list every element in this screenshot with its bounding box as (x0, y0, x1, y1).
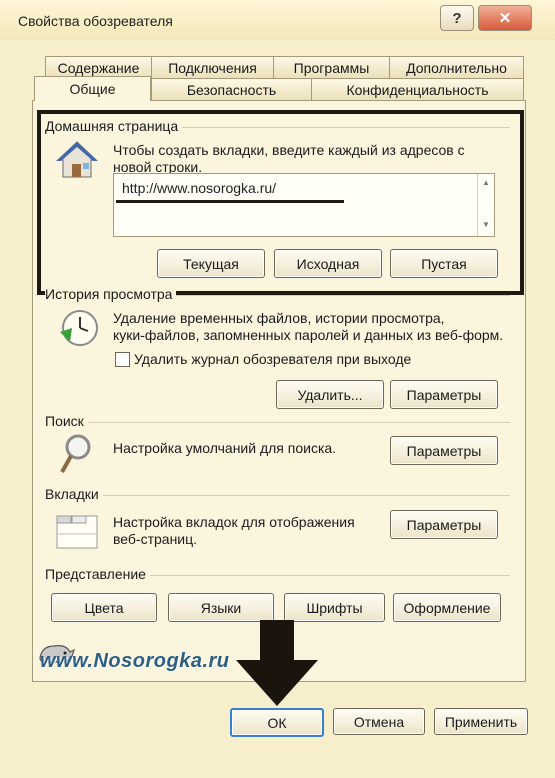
search-settings-button[interactable]: Параметры (390, 436, 498, 465)
search-group-label: Поиск (45, 413, 88, 429)
delete-on-exit-label: Удалить журнал обозревателя при выходе (134, 351, 412, 367)
tabs-group-line (45, 495, 510, 496)
search-group-line (45, 422, 510, 423)
homepage-highlight-frame (37, 110, 524, 295)
accessibility-button[interactable]: Оформление (393, 593, 501, 622)
tab-programs[interactable]: Программы (273, 56, 390, 78)
ok-button[interactable]: ОК (230, 708, 324, 737)
tabs-window-icon (56, 515, 98, 549)
arrow-down-annotation-icon (236, 620, 318, 706)
history-group-label: История просмотра (45, 286, 177, 302)
help-button[interactable]: ? (440, 5, 474, 31)
colors-button[interactable]: Цвета (51, 593, 157, 622)
tab-security[interactable]: Безопасность (151, 78, 312, 100)
tab-connections[interactable]: Подключения (151, 56, 274, 78)
tab-privacy[interactable]: Конфиденциальность (311, 78, 524, 100)
apply-button[interactable]: Применить (434, 708, 528, 735)
appearance-group-label: Представление (45, 566, 150, 582)
history-clock-icon (60, 310, 98, 346)
history-desc-line1: Удаление временных файлов, истории просм… (113, 310, 445, 326)
search-desc: Настройка умолчаний для поиска. (113, 440, 337, 456)
history-settings-button[interactable]: Параметры (390, 380, 498, 409)
tab-general[interactable]: Общие (34, 76, 151, 101)
tabs-desc-line2: веб-страниц. (113, 531, 198, 547)
history-desc-line2: куки-файлов, запомненных паролей и данны… (113, 327, 504, 343)
close-button[interactable]: ✕ (478, 5, 532, 31)
delete-history-button[interactable]: Удалить... (276, 380, 384, 409)
fonts-button[interactable]: Шрифты (284, 593, 385, 622)
title-bar: Свойства обозревателя ? ✕ (0, 0, 555, 40)
search-magnifier-icon (60, 434, 91, 473)
delete-on-exit-checkbox[interactable] (115, 352, 130, 367)
window-title: Свойства обозревателя (18, 13, 173, 29)
internet-options-window: Свойства обозревателя ? ✕ Содержание Под… (0, 0, 555, 778)
cancel-button[interactable]: Отмена (333, 708, 425, 735)
site-watermark: www.Nosorogka.ru (40, 650, 230, 672)
tabs-desc-line1: Настройка вкладок для отображения (113, 514, 355, 530)
tab-advanced[interactable]: Дополнительно (389, 56, 524, 78)
tab-content[interactable]: Содержание (45, 56, 152, 78)
tabs-settings-button[interactable]: Параметры (390, 510, 498, 539)
languages-button[interactable]: Языки (168, 593, 274, 622)
tabs-group-label: Вкладки (45, 486, 103, 502)
